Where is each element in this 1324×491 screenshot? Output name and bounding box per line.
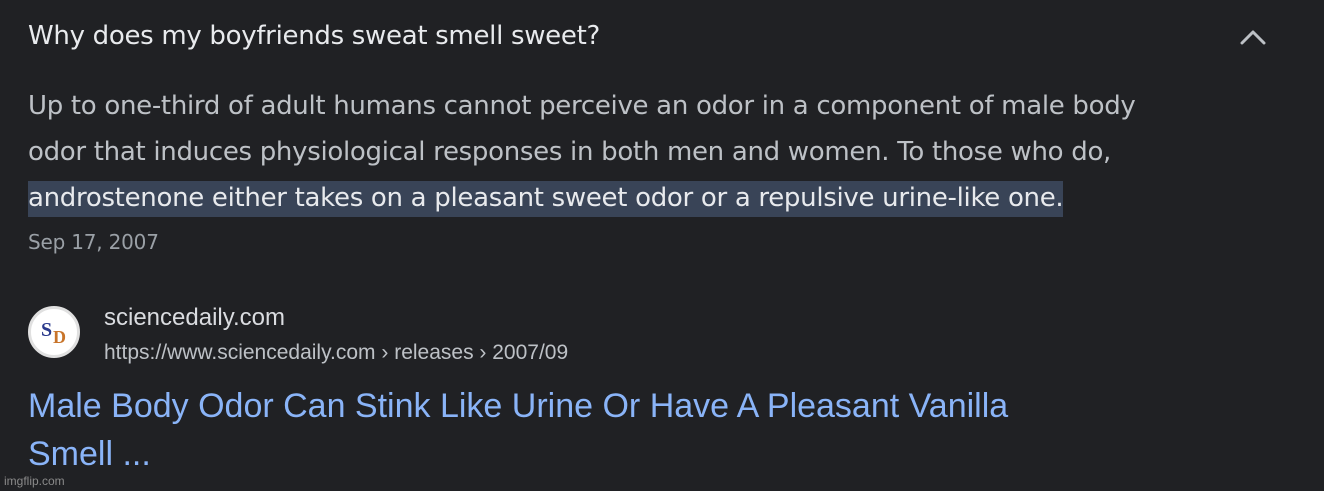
- snippet-line: Up to one-third of adult humans cannot p…: [28, 91, 1136, 121]
- chevron-up-icon: [1240, 30, 1266, 45]
- snippet-highlighted-text: androstenone either takes on a pleasant …: [28, 181, 1064, 217]
- snippet-line: odor that induces physiological response…: [28, 137, 1112, 167]
- collapse-button[interactable]: [1232, 22, 1274, 52]
- result-title-line[interactable]: Smell ...: [28, 430, 1228, 478]
- result-title-link[interactable]: Male Body Odor Can Stink Like Urine Or H…: [28, 382, 1228, 478]
- source-favicon[interactable]: S D: [28, 306, 80, 358]
- source-site-name[interactable]: sciencedaily.com: [104, 302, 285, 334]
- result-title-line[interactable]: Male Body Odor Can Stink Like Urine Or H…: [28, 382, 1228, 430]
- svg-text:S: S: [41, 319, 52, 341]
- question-title[interactable]: Why does my boyfriends sweat smell sweet…: [28, 18, 600, 54]
- source-url-breadcrumb[interactable]: https://www.sciencedaily.com › releases …: [104, 338, 568, 368]
- answer-snippet: Up to one-third of adult humans cannot p…: [28, 83, 1258, 221]
- snippet-date: Sep 17, 2007: [28, 230, 159, 254]
- sciencedaily-logo-icon: S D: [41, 319, 66, 347]
- imgflip-watermark: imgflip.com: [4, 474, 65, 488]
- svg-text:D: D: [53, 327, 66, 347]
